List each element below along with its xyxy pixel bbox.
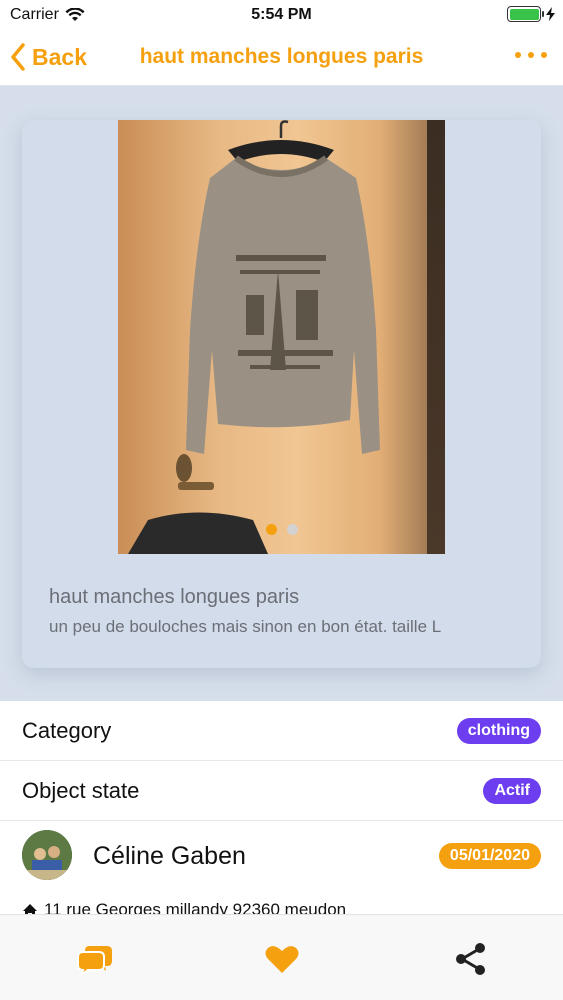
chat-bubbles-icon: [77, 946, 112, 976]
owner-date-badge: 05/01/2020: [438, 843, 541, 869]
avatar[interactable]: [22, 830, 72, 880]
photo-shadow: [427, 120, 445, 554]
category-row: Category clothing: [0, 701, 563, 761]
item-description: un peu de bouloches mais sinon en bon ét…: [49, 617, 442, 636]
avatar-image: [22, 830, 72, 880]
status-bar: Carrier 5:54 PM: [0, 0, 563, 30]
item-card: haut manches longues paris un peu de bou…: [22, 120, 541, 668]
owner-row[interactable]: Céline Gaben 05/01/2020: [0, 821, 563, 891]
heart-icon: [265, 946, 299, 973]
nav-bar: Back haut manches longues paris: [0, 30, 563, 86]
item-photo-carousel[interactable]: [118, 120, 445, 554]
tab-bar: [0, 914, 563, 1000]
object-state-row: Object state Actif: [0, 761, 563, 821]
status-time: 5:54 PM: [251, 6, 312, 23]
page-title: haut manches longues paris: [139, 45, 424, 68]
tab-messages[interactable]: [75, 939, 115, 979]
pager-dot-active[interactable]: [265, 524, 277, 535]
object-state-label: Object state: [22, 778, 140, 803]
category-label: Category: [22, 718, 112, 743]
battery-level: [509, 8, 539, 20]
pager-dot[interactable]: [286, 524, 298, 535]
object-state-badge: Actif: [483, 778, 541, 804]
item-photo: [128, 120, 380, 554]
item-title: haut manches longues paris: [49, 586, 300, 608]
more-dot-icon: [515, 52, 521, 58]
tab-favorites[interactable]: [262, 939, 302, 979]
battery-icon: [507, 6, 544, 22]
tab-share[interactable]: [450, 939, 490, 979]
share-icon: [456, 943, 485, 975]
item-hero-area: haut manches longues paris un peu de bou…: [0, 86, 563, 701]
category-badge: clothing: [456, 718, 541, 744]
status-right: [507, 6, 555, 22]
charging-bolt-icon: [546, 7, 555, 21]
more-dot-icon: [528, 52, 534, 58]
more-dot-icon: [541, 52, 547, 58]
more-options-button[interactable]: [515, 52, 547, 58]
photo-pager[interactable]: [22, 524, 541, 535]
owner-name: Céline Gaben: [93, 842, 246, 870]
